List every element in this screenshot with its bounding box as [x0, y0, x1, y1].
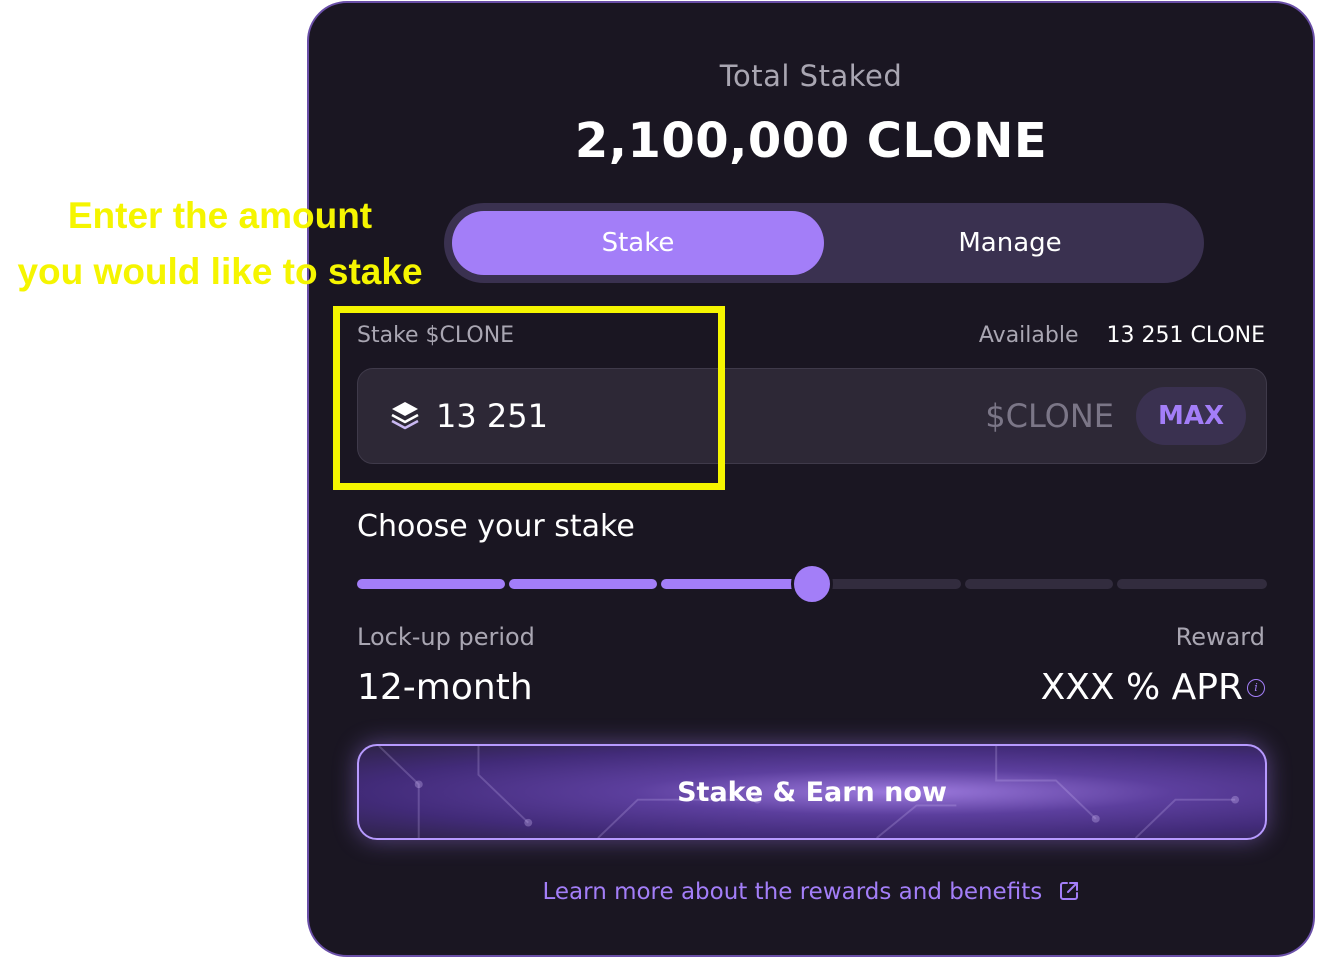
slider-segment [357, 579, 505, 589]
available-value: 13 251 CLONE [1106, 323, 1265, 348]
lockup-value: 12-month [357, 667, 533, 708]
stake-earn-button[interactable]: Stake & Earn now [357, 744, 1267, 840]
slider-segment [661, 579, 811, 589]
reward-value-row: XXX % APR i [1041, 667, 1265, 708]
stake-duration-slider[interactable] [357, 563, 1267, 605]
reward-value: XXX % APR [1040, 667, 1243, 708]
tutorial-annotation-text: Enter the amount you would like to stake [0, 188, 440, 300]
learn-more-link[interactable]: Learn more about the rewards and benefit… [309, 879, 1313, 905]
slider-segment [509, 579, 657, 589]
slider-segment [965, 579, 1113, 589]
tutorial-highlight-box [333, 306, 725, 490]
slider-segment [1117, 579, 1267, 589]
tab-manage[interactable]: Manage [824, 211, 1196, 275]
external-link-icon [1059, 882, 1078, 900]
learn-more-label: Learn more about the rewards and benefit… [542, 879, 1043, 905]
lockup-label: Lock-up period [357, 623, 535, 651]
total-staked-value: 2,100,000 CLONE [574, 113, 1048, 169]
slider-thumb[interactable] [791, 563, 833, 605]
stake-earn-button-label: Stake & Earn now [677, 776, 947, 808]
stake-manage-toggle: Stake Manage [444, 203, 1204, 283]
available-label: Available [978, 323, 1079, 348]
total-staked-label: Total Staked [719, 59, 903, 93]
tab-stake[interactable]: Stake [452, 211, 824, 275]
reward-label: Reward [1175, 623, 1265, 651]
page: Total Staked 2,100,000 CLONE Stake Manag… [0, 0, 1318, 960]
max-button[interactable]: MAX [1136, 387, 1246, 445]
annotation-line-2: you would like to stake [17, 251, 423, 292]
choose-stake-label: Choose your stake [357, 509, 635, 544]
slider-segment [811, 579, 961, 589]
info-icon[interactable]: i [1247, 678, 1265, 697]
annotation-line-1: Enter the amount [67, 195, 373, 236]
currency-unit: $CLONE [985, 397, 1114, 435]
available-balance: Available 13 251 CLONE [979, 323, 1265, 348]
